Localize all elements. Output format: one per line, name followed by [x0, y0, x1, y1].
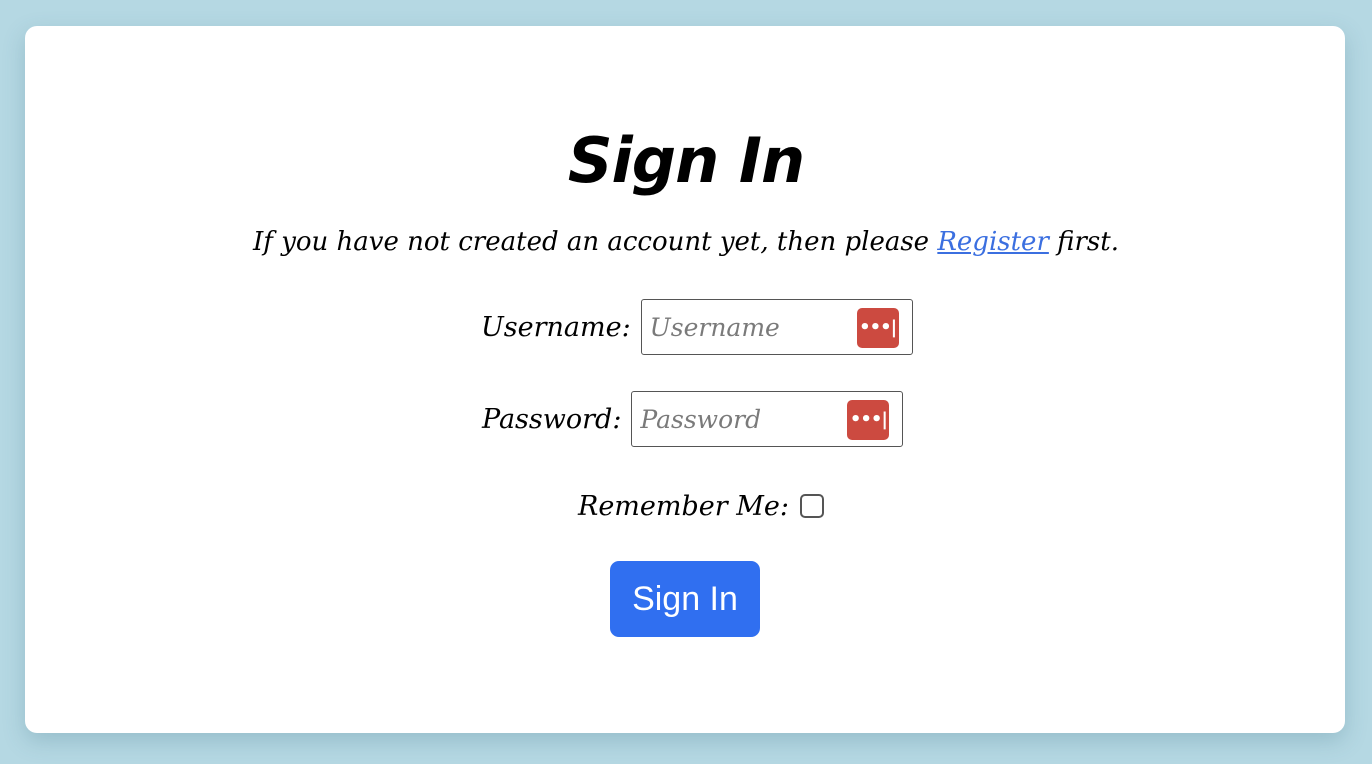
username-row: Username: •••| [481, 298, 913, 356]
password-manager-icon[interactable]: •••| [847, 400, 890, 440]
password-field: •••| [631, 391, 904, 447]
intro-text-after: first. [1048, 227, 1119, 257]
username-input[interactable] [641, 300, 842, 354]
intro-text-before: If you have not created an account yet, … [253, 227, 938, 257]
password-label: Password: [482, 403, 622, 435]
remember-row: Remember Me: [578, 484, 824, 528]
password-row: Password: •••| [482, 390, 904, 448]
password-input[interactable] [632, 392, 833, 446]
username-field: •••| [640, 299, 913, 355]
username-label: Username: [481, 311, 631, 343]
signin-button[interactable]: Sign In [610, 561, 760, 637]
register-link[interactable]: Register [937, 227, 1049, 257]
page-title: Sign In [567, 124, 805, 197]
password-manager-icon[interactable]: •••| [856, 308, 899, 348]
remember-checkbox[interactable] [799, 494, 824, 518]
remember-label: Remember Me: [578, 490, 789, 522]
intro-text: If you have not created an account yet, … [0, 222, 1372, 262]
